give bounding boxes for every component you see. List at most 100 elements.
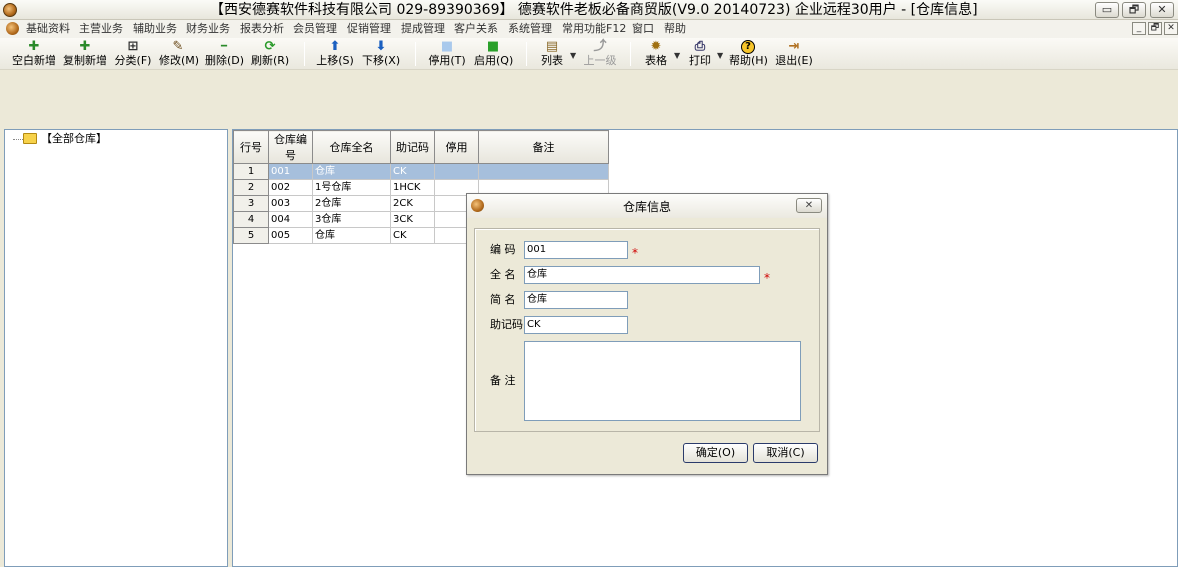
menu-window[interactable]: 窗口 xyxy=(632,22,654,36)
exit-button[interactable]: ⇥ 退出(E) xyxy=(775,39,813,69)
dialog-title: 仓库信息 xyxy=(622,200,671,214)
fullname-input[interactable]: 仓库 xyxy=(524,266,760,284)
column-header-warehouse-code[interactable]: 仓库编号 xyxy=(268,130,313,164)
disabled-cell[interactable] xyxy=(434,163,479,180)
minus-icon: ━ xyxy=(220,41,228,52)
note-cell[interactable] xyxy=(478,163,609,180)
print-dropdown-arrow-icon[interactable]: ▼ xyxy=(717,51,723,60)
warehouse-tree-panel[interactable]: 【全部仓库】 xyxy=(4,129,228,567)
table-dropdown-arrow-icon[interactable]: ▼ xyxy=(674,51,680,60)
shortname-input[interactable]: 仓库 xyxy=(524,291,628,309)
close-button[interactable]: ✕ xyxy=(1150,2,1174,18)
window-title: 【西安德赛软件科技有限公司 029-89390369】 德赛软件老板必备商贸版(… xyxy=(210,2,978,18)
delete-button[interactable]: ━ 删除(D) xyxy=(205,39,244,69)
warehouse-name-cell[interactable]: 仓库 xyxy=(312,163,391,180)
mdi-minimize-button[interactable]: _ xyxy=(1132,22,1146,35)
blank-add-label: 空白新增 xyxy=(12,54,56,67)
menu-aux-business[interactable]: 辅助业务 xyxy=(133,22,177,36)
category-button[interactable]: ⊞ 分类(F) xyxy=(114,39,152,69)
code-label: 编 码 xyxy=(490,243,516,256)
disable-label: 停用(T) xyxy=(428,54,466,67)
enable-label: 启用(Q) xyxy=(474,54,514,67)
dialog-close-button[interactable]: ✕ xyxy=(796,198,822,213)
mnemonic-cell[interactable]: CK xyxy=(390,227,435,244)
dialog-titlebar[interactable]: 仓库信息 ✕ xyxy=(467,194,827,218)
refresh-button[interactable]: ⟳ 刷新(R) xyxy=(251,39,289,69)
note-textarea[interactable] xyxy=(524,341,801,421)
mdi-restore-button[interactable]: 🗗 xyxy=(1148,22,1162,35)
row-number-cell: 3 xyxy=(233,195,269,212)
copy-add-button[interactable]: ✚ 复制新增 xyxy=(63,39,107,69)
move-down-button[interactable]: ⬇ 下移(X) xyxy=(362,39,400,69)
mnemonic-cell[interactable]: 3CK xyxy=(390,211,435,228)
toolbar-separator xyxy=(630,42,631,66)
refresh-label: 刷新(R) xyxy=(251,54,290,67)
menu-common-functions[interactable]: 常用功能F12 xyxy=(562,22,626,36)
mnemonic-cell[interactable]: CK xyxy=(390,163,435,180)
ok-button[interactable]: 确定(O) xyxy=(683,443,748,463)
column-header-row-number[interactable]: 行号 xyxy=(233,130,269,164)
print-button[interactable]: ⎙ 打印 xyxy=(686,39,714,69)
column-header-note[interactable]: 备注 xyxy=(478,130,609,164)
column-header-disabled[interactable]: 停用 xyxy=(434,130,479,164)
disable-button[interactable]: ■ 停用(T) xyxy=(428,39,466,69)
warehouse-code-cell[interactable]: 005 xyxy=(268,227,313,244)
printer-icon: ⎙ xyxy=(694,39,706,54)
mnemonic-cell[interactable]: 2CK xyxy=(390,195,435,212)
warehouse-name-cell[interactable]: 仓库 xyxy=(312,227,391,244)
category-label: 分类(F) xyxy=(114,54,152,67)
table-row[interactable]: 1 001 仓库 CK xyxy=(233,163,609,180)
copy-add-label: 复制新增 xyxy=(63,54,107,67)
column-header-mnemonic[interactable]: 助记码 xyxy=(390,130,435,164)
menu-members[interactable]: 会员管理 xyxy=(293,22,337,36)
mdi-close-button[interactable]: ✕ xyxy=(1164,22,1178,35)
menu-basic-data[interactable]: 基础资料 xyxy=(26,22,70,36)
menu-reports[interactable]: 报表分析 xyxy=(240,22,284,36)
enable-button[interactable]: ■ 启用(Q) xyxy=(474,39,514,69)
blank-add-button[interactable]: ✚ 空白新增 xyxy=(12,39,56,69)
table-settings-button[interactable]: ✹ 表格 xyxy=(642,39,670,69)
mnemonic-label: 助记码 xyxy=(490,318,523,331)
warehouse-name-cell[interactable]: 1号仓库 xyxy=(312,179,391,196)
edit-button[interactable]: ✎ 修改(M) xyxy=(159,39,200,69)
toolbar-separator xyxy=(526,42,527,66)
note-label: 备 注 xyxy=(490,374,516,387)
menu-commission[interactable]: 提成管理 xyxy=(401,22,445,36)
column-header-warehouse-name[interactable]: 仓库全名 xyxy=(312,130,391,164)
mnemonic-input[interactable]: CK xyxy=(524,316,628,334)
menu-help[interactable]: 帮助 xyxy=(664,22,686,36)
menu-finance[interactable]: 财务业务 xyxy=(186,22,230,36)
edit-icon: ✎ xyxy=(172,39,184,54)
menu-customer-relations[interactable]: 客户关系 xyxy=(454,22,498,36)
code-input[interactable]: 001 xyxy=(524,241,628,259)
help-button[interactable]: ? 帮助(H) xyxy=(729,39,768,69)
warehouse-info-dialog: 仓库信息 ✕ 编 码 001 * 全 名 仓库 * 简 名 仓库 助记码 CK … xyxy=(466,193,828,475)
cancel-button[interactable]: 取消(C) xyxy=(753,443,818,463)
required-mark: * xyxy=(632,246,638,260)
required-mark: * xyxy=(764,271,770,285)
list-button[interactable]: ▤ 列表 xyxy=(538,39,566,69)
exit-label: 退出(E) xyxy=(775,54,813,67)
menu-app-icon[interactable] xyxy=(6,22,19,35)
up-level-button[interactable]: ⤴ 上一级 xyxy=(582,39,618,69)
mnemonic-cell[interactable]: 1HCK xyxy=(390,179,435,196)
warehouse-code-cell[interactable]: 004 xyxy=(268,211,313,228)
minimize-button[interactable]: ▭ xyxy=(1095,2,1119,18)
move-up-button[interactable]: ⬆ 上移(S) xyxy=(316,39,354,69)
list-dropdown-arrow-icon[interactable]: ▼ xyxy=(570,51,576,60)
table-settings-label: 表格 xyxy=(645,54,667,67)
warehouse-code-cell[interactable]: 001 xyxy=(268,163,313,180)
arrow-down-icon: ⬇ xyxy=(375,39,387,54)
menu-system[interactable]: 系统管理 xyxy=(508,22,552,36)
fullname-label: 全 名 xyxy=(490,268,516,281)
menu-promotions[interactable]: 促销管理 xyxy=(347,22,391,36)
tree-icon: ⊞ xyxy=(127,39,139,54)
tree-node-all-warehouses[interactable]: 【全部仓库】 xyxy=(41,132,107,146)
warehouse-name-cell[interactable]: 3仓库 xyxy=(312,211,391,228)
warehouse-code-cell[interactable]: 002 xyxy=(268,179,313,196)
menu-main-business[interactable]: 主营业务 xyxy=(79,22,123,36)
warehouse-code-cell[interactable]: 003 xyxy=(268,195,313,212)
warehouse-name-cell[interactable]: 2仓库 xyxy=(312,195,391,212)
edit-label: 修改(M) xyxy=(159,54,200,67)
restore-button[interactable]: 🗗 xyxy=(1122,2,1146,18)
